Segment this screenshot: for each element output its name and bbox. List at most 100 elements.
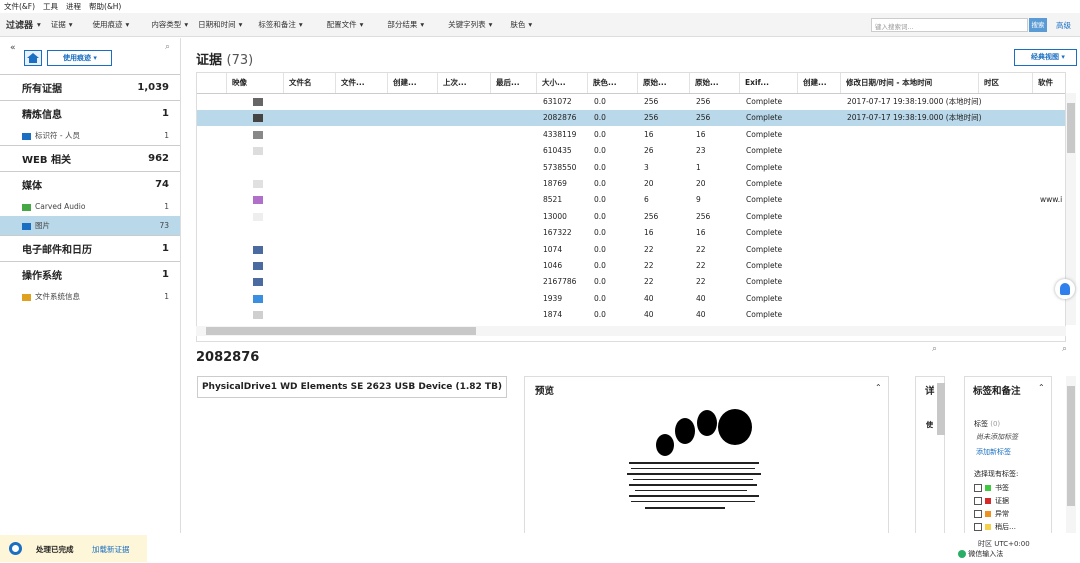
- filter-content-type[interactable]: 内容类型: [151, 19, 181, 30]
- table-row[interactable]: 8521 0.0 6 9 Complete www.i: [197, 192, 1065, 208]
- sidebar-item[interactable]: 文件系统信息 1: [0, 287, 180, 306]
- home-button[interactable]: [24, 50, 42, 66]
- filter-skin[interactable]: 肤色: [510, 19, 525, 30]
- load-evidence-link[interactable]: 加载新证据: [92, 544, 130, 555]
- table-row[interactable]: 5738550 0.0 3 1 Complete: [197, 160, 1065, 176]
- column-header[interactable]: [197, 73, 227, 93]
- filter-partial[interactable]: 部分结果: [387, 19, 417, 30]
- column-header[interactable]: 文件名: [284, 73, 336, 93]
- sidebar-item[interactable]: 图片 73: [0, 216, 180, 235]
- column-header[interactable]: 原始...: [690, 73, 740, 93]
- sidebar-category[interactable]: WEB 相关 962: [0, 145, 180, 171]
- existing-tag[interactable]: 证据: [974, 496, 1009, 506]
- menu-file[interactable]: 文件(&F): [4, 1, 35, 12]
- cell-skin: 0.0: [594, 211, 606, 221]
- column-header[interactable]: 上次...: [438, 73, 491, 93]
- home-icon: [27, 53, 39, 63]
- table-row[interactable]: 610435 0.0 26 23 Complete: [197, 143, 1065, 159]
- cell-size: 5738550: [543, 162, 577, 172]
- cell-skin: 0.0: [594, 195, 606, 205]
- vscroll-thumb[interactable]: [1067, 103, 1075, 153]
- pin-icon[interactable]: ⌕: [932, 344, 937, 354]
- table-row[interactable]: 1046 0.0 22 22 Complete: [197, 258, 1065, 274]
- tag-checkbox[interactable]: [974, 497, 982, 505]
- pin-icon[interactable]: ⌕: [165, 42, 170, 52]
- table-row[interactable]: 1874 0.0 40 40 Complete: [197, 307, 1065, 323]
- column-header[interactable]: 大小...: [537, 73, 588, 93]
- collapse-up-icon[interactable]: ⌃: [875, 383, 882, 392]
- table-row[interactable]: 631072 0.0 256 256 Complete 2017-07-17 19:38:…: [197, 94, 1065, 110]
- search-input[interactable]: 键入搜索词...: [871, 18, 1028, 32]
- assistant-icon[interactable]: [1055, 279, 1075, 299]
- cell-modified: 2017-07-17 19:38:19.000 (本地时间): [847, 97, 982, 106]
- column-header[interactable]: 创建...: [798, 73, 841, 93]
- filter-evidence[interactable]: 证据: [51, 19, 66, 30]
- existing-tag[interactable]: 书签: [974, 483, 1009, 493]
- advanced-link[interactable]: 高级: [1056, 20, 1071, 31]
- existing-tag[interactable]: 稍后…: [974, 522, 1016, 532]
- details-vscroll[interactable]: [937, 383, 945, 435]
- table-row[interactable]: 167322 0.0 16 16 Complete: [197, 225, 1065, 241]
- evidence-grid: 映像 文件名 文件... 创建... 上次... 最后... 大小... 肤色... 原始...…: [196, 72, 1066, 342]
- grid-horizontal-scrollbar[interactable]: [196, 326, 1066, 336]
- sidebar-item[interactable]: Carved Audio 1: [0, 197, 180, 216]
- column-header[interactable]: 原始...: [638, 73, 690, 93]
- cell-size: 2167786: [543, 277, 577, 287]
- tag-checkbox[interactable]: [974, 484, 982, 492]
- column-header[interactable]: 软件: [1033, 73, 1065, 93]
- table-row[interactable]: 18769 0.0 20 20 Complete: [197, 176, 1065, 192]
- menu-process[interactable]: 进程: [66, 1, 81, 12]
- collapse-icon[interactable]: «: [10, 43, 16, 53]
- cell-modified: 2017-07-17 19:38:19.000 (本地时间): [847, 113, 982, 123]
- table-row[interactable]: 4338119 0.0 16 16 Complete: [197, 127, 1065, 143]
- classic-view-button[interactable]: 经典视图 ▾: [1014, 49, 1077, 66]
- add-tag-link[interactable]: 添加新标签: [976, 447, 1011, 457]
- table-row[interactable]: 1939 0.0 40 40 Complete: [197, 291, 1065, 307]
- search-button[interactable]: 搜索: [1029, 18, 1047, 32]
- hscroll-thumb[interactable]: [206, 327, 476, 335]
- progress-spinner-icon: [9, 542, 22, 555]
- column-header[interactable]: 最后...: [491, 73, 537, 93]
- filter-keywords[interactable]: 关键字列表: [448, 19, 486, 30]
- sidebar-item[interactable]: 标识符 - 人员 1: [0, 126, 180, 145]
- column-header[interactable]: 映像: [227, 73, 284, 93]
- column-header[interactable]: 修改日期/时间 - 本地时间: [841, 73, 979, 93]
- filter-datetime[interactable]: 日期和时间: [198, 19, 236, 30]
- device-source: PhysicalDrive1 WD Elements SE 2623 USB D…: [197, 376, 507, 398]
- menu-tools[interactable]: 工具: [43, 1, 58, 12]
- tag-checkbox[interactable]: [974, 523, 982, 531]
- filter-tags[interactable]: 标签和备注: [258, 19, 296, 30]
- table-row[interactable]: 13000 0.0 256 256 Complete: [197, 209, 1065, 225]
- cell-w: 22: [644, 261, 654, 270]
- sidebar-category[interactable]: 精炼信息 1: [0, 100, 180, 126]
- cell-skin: 0.0: [594, 244, 606, 254]
- table-row[interactable]: 1074 0.0 22 22 Complete: [197, 242, 1065, 258]
- menu-help[interactable]: 帮助(&H): [89, 1, 121, 12]
- tag-checkbox[interactable]: [974, 510, 982, 518]
- collapse-up-icon[interactable]: ⌃: [1038, 383, 1045, 392]
- pin-icon[interactable]: ⌕: [1062, 344, 1067, 354]
- sidebar-category[interactable]: 操作系统 1: [0, 261, 180, 287]
- existing-tag[interactable]: 异常: [974, 509, 1009, 519]
- status-bar: 处理已完成 加载新证据 时区 UTC+0:00 微信输入法: [0, 533, 1080, 563]
- filter-main[interactable]: 过滤器: [6, 18, 33, 31]
- sidebar-category[interactable]: 媒体 74: [0, 171, 180, 197]
- thumbnail-icon: [253, 147, 263, 156]
- usage-dropdown[interactable]: 使用痕迹 ▾: [47, 50, 112, 66]
- cell-size: 631072: [543, 97, 572, 106]
- table-row[interactable]: 2167786 0.0 22 22 Complete: [197, 274, 1065, 290]
- cell-exif: Complete: [746, 129, 783, 139]
- sidebar-category[interactable]: 电子邮件和日历 1: [0, 235, 180, 261]
- column-header[interactable]: 文件...: [336, 73, 388, 93]
- column-header[interactable]: 创建...: [388, 73, 438, 93]
- table-row[interactable]: 2082876 0.0 256 256 Complete 2017-07-17 19:38…: [197, 110, 1065, 127]
- cell-exif: Complete: [746, 211, 783, 221]
- ime-indicator: 微信输入法: [958, 549, 1018, 561]
- column-header[interactable]: 肤色...: [588, 73, 638, 93]
- sidebar-category[interactable]: 所有证据 1,039: [0, 74, 180, 100]
- filter-usage[interactable]: 使用痕迹: [93, 19, 123, 30]
- column-header[interactable]: 时区: [979, 73, 1033, 93]
- id-card-icon: [22, 132, 31, 140]
- column-header[interactable]: Exif...: [740, 73, 798, 93]
- filter-profile[interactable]: 配置文件: [327, 19, 357, 30]
